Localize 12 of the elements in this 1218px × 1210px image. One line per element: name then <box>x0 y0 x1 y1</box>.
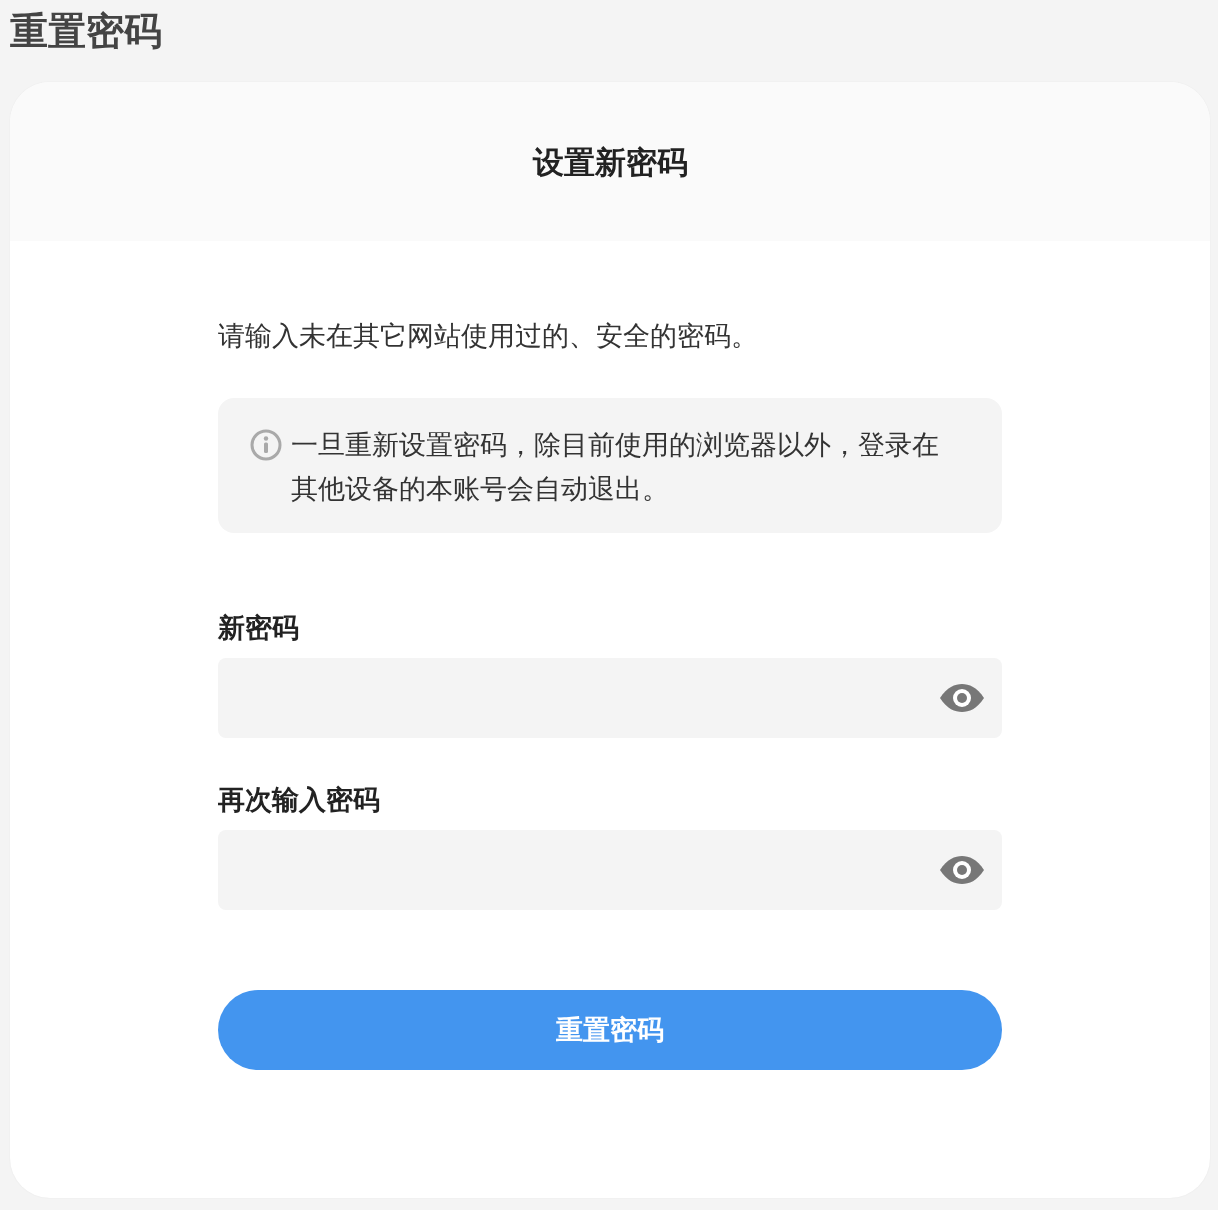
page-title: 重置密码 <box>10 8 162 55</box>
reset-password-button[interactable]: 重置密码 <box>218 990 1002 1070</box>
field-label: 新密码 <box>218 611 299 645</box>
password-field[interactable] <box>218 658 1002 738</box>
notice-text: 一旦重新设置密码，除目前使用的浏览器以外，登录在其他设备的本账号会自动退出。 <box>291 428 940 506</box>
eye-icon[interactable] <box>940 684 984 712</box>
description-text: 请输入未在其它网站使用过的、安全的密码。 <box>218 319 758 353</box>
info-icon <box>250 429 282 461</box>
card-title: 设置新密码 <box>532 142 688 182</box>
password-field[interactable] <box>218 830 1002 910</box>
field-label: 再次输入密码 <box>218 783 380 817</box>
eye-icon[interactable] <box>940 856 984 884</box>
